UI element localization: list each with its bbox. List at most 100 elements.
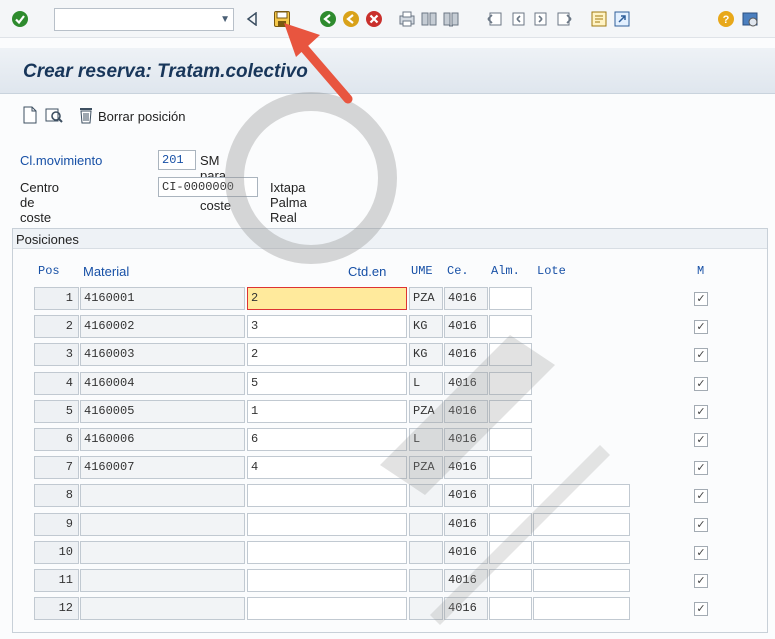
plant-cell[interactable]: 4016	[444, 400, 488, 423]
storage-cell[interactable]	[489, 428, 532, 451]
material-cell[interactable]: 4160003	[80, 343, 245, 366]
enter-check-icon[interactable]	[10, 9, 30, 29]
plant-cell[interactable]: 4016	[444, 372, 488, 395]
material-cell[interactable]: 4160001	[80, 287, 245, 310]
storage-cell[interactable]	[489, 513, 532, 536]
batch-cell[interactable]	[533, 513, 630, 536]
unit-cell[interactable]: PZA	[409, 400, 443, 423]
row-checkbox[interactable]: ✓	[694, 348, 708, 362]
storage-cell[interactable]	[489, 597, 532, 620]
plant-cell[interactable]: 4016	[444, 343, 488, 366]
plant-cell[interactable]: 4016	[444, 287, 488, 310]
quantity-cell[interactable]: 2	[247, 287, 407, 310]
row-checkbox[interactable]: ✓	[694, 461, 708, 475]
column-header-material[interactable]: Material	[83, 264, 129, 279]
unit-cell[interactable]: PZA	[409, 287, 443, 310]
row-checkbox[interactable]: ✓	[694, 602, 708, 616]
customize-layout-icon[interactable]	[740, 9, 760, 29]
material-cell[interactable]: 4160006	[80, 428, 245, 451]
unit-cell[interactable]: L	[409, 372, 443, 395]
movement-type-field[interactable]: 201	[158, 150, 196, 170]
find-icon[interactable]	[419, 9, 439, 29]
quantity-cell[interactable]: 4	[247, 456, 407, 479]
row-checkbox[interactable]: ✓	[694, 320, 708, 334]
material-cell[interactable]	[80, 569, 245, 592]
cancel-icon[interactable]	[364, 9, 384, 29]
storage-cell[interactable]	[489, 569, 532, 592]
quantity-cell[interactable]: 6	[247, 428, 407, 451]
row-checkbox[interactable]: ✓	[694, 433, 708, 447]
unit-cell[interactable]	[409, 569, 443, 592]
column-header-storage[interactable]: Alm.	[491, 264, 520, 278]
batch-cell[interactable]	[533, 484, 630, 507]
row-checkbox[interactable]: ✓	[694, 377, 708, 391]
quantity-cell[interactable]	[247, 513, 407, 536]
material-cell[interactable]	[80, 484, 245, 507]
back-triangle-icon[interactable]	[242, 9, 262, 29]
plant-cell[interactable]: 4016	[444, 315, 488, 338]
new-session-icon[interactable]	[589, 9, 609, 29]
column-header-pos[interactable]: Pos	[38, 264, 60, 278]
column-header-batch[interactable]: Lote	[537, 264, 566, 278]
back-icon[interactable]	[318, 9, 338, 29]
storage-cell[interactable]	[489, 315, 532, 338]
row-checkbox[interactable]: ✓	[694, 546, 708, 560]
delete-position-button[interactable]: Borrar posición	[98, 109, 185, 124]
chevron-down-icon[interactable]: ▼	[220, 12, 230, 28]
storage-cell[interactable]	[489, 343, 532, 366]
batch-cell[interactable]	[533, 597, 630, 620]
material-cell[interactable]: 4160007	[80, 456, 245, 479]
unit-cell[interactable]: KG	[409, 315, 443, 338]
cost-center-field[interactable]: CI-0000000	[158, 177, 258, 197]
batch-cell[interactable]	[533, 541, 630, 564]
storage-cell[interactable]	[489, 456, 532, 479]
unit-cell[interactable]: PZA	[409, 456, 443, 479]
delete-icon[interactable]	[76, 105, 96, 125]
quantity-cell[interactable]	[247, 484, 407, 507]
save-icon[interactable]	[272, 9, 292, 29]
print-icon[interactable]	[397, 9, 417, 29]
material-cell[interactable]	[80, 597, 245, 620]
unit-cell[interactable]	[409, 541, 443, 564]
command-field[interactable]: ▼	[54, 8, 234, 31]
storage-cell[interactable]	[489, 400, 532, 423]
column-header-unit[interactable]: UME	[411, 264, 433, 278]
storage-cell[interactable]	[489, 541, 532, 564]
previous-page-icon[interactable]	[508, 9, 528, 29]
material-cell[interactable]: 4160002	[80, 315, 245, 338]
detail-icon[interactable]	[44, 105, 64, 125]
exit-icon[interactable]	[341, 9, 361, 29]
storage-cell[interactable]	[489, 287, 532, 310]
next-page-icon[interactable]	[531, 9, 551, 29]
shortcut-icon[interactable]	[612, 9, 632, 29]
material-cell[interactable]: 4160005	[80, 400, 245, 423]
unit-cell[interactable]: KG	[409, 343, 443, 366]
batch-cell[interactable]	[533, 569, 630, 592]
plant-cell[interactable]: 4016	[444, 456, 488, 479]
unit-cell[interactable]	[409, 597, 443, 620]
plant-cell[interactable]: 4016	[444, 513, 488, 536]
first-page-icon[interactable]	[485, 9, 505, 29]
quantity-cell[interactable]: 5	[247, 372, 407, 395]
quantity-cell[interactable]: 3	[247, 315, 407, 338]
quantity-cell[interactable]: 1	[247, 400, 407, 423]
material-cell[interactable]: 4160004	[80, 372, 245, 395]
row-checkbox[interactable]: ✓	[694, 405, 708, 419]
new-item-icon[interactable]	[20, 105, 40, 125]
material-cell[interactable]	[80, 541, 245, 564]
column-header-plant[interactable]: Ce.	[447, 264, 469, 278]
help-icon[interactable]: ?	[716, 9, 736, 29]
plant-cell[interactable]: 4016	[444, 428, 488, 451]
quantity-cell[interactable]	[247, 541, 407, 564]
last-page-icon[interactable]	[554, 9, 574, 29]
plant-cell[interactable]: 4016	[444, 597, 488, 620]
column-header-m[interactable]: M	[697, 264, 704, 278]
material-cell[interactable]	[80, 513, 245, 536]
quantity-cell[interactable]: 2	[247, 343, 407, 366]
row-checkbox[interactable]: ✓	[694, 574, 708, 588]
find-next-icon[interactable]	[441, 9, 461, 29]
column-header-quantity[interactable]: Ctd.en	[348, 264, 386, 279]
storage-cell[interactable]	[489, 484, 532, 507]
plant-cell[interactable]: 4016	[444, 484, 488, 507]
plant-cell[interactable]: 4016	[444, 569, 488, 592]
